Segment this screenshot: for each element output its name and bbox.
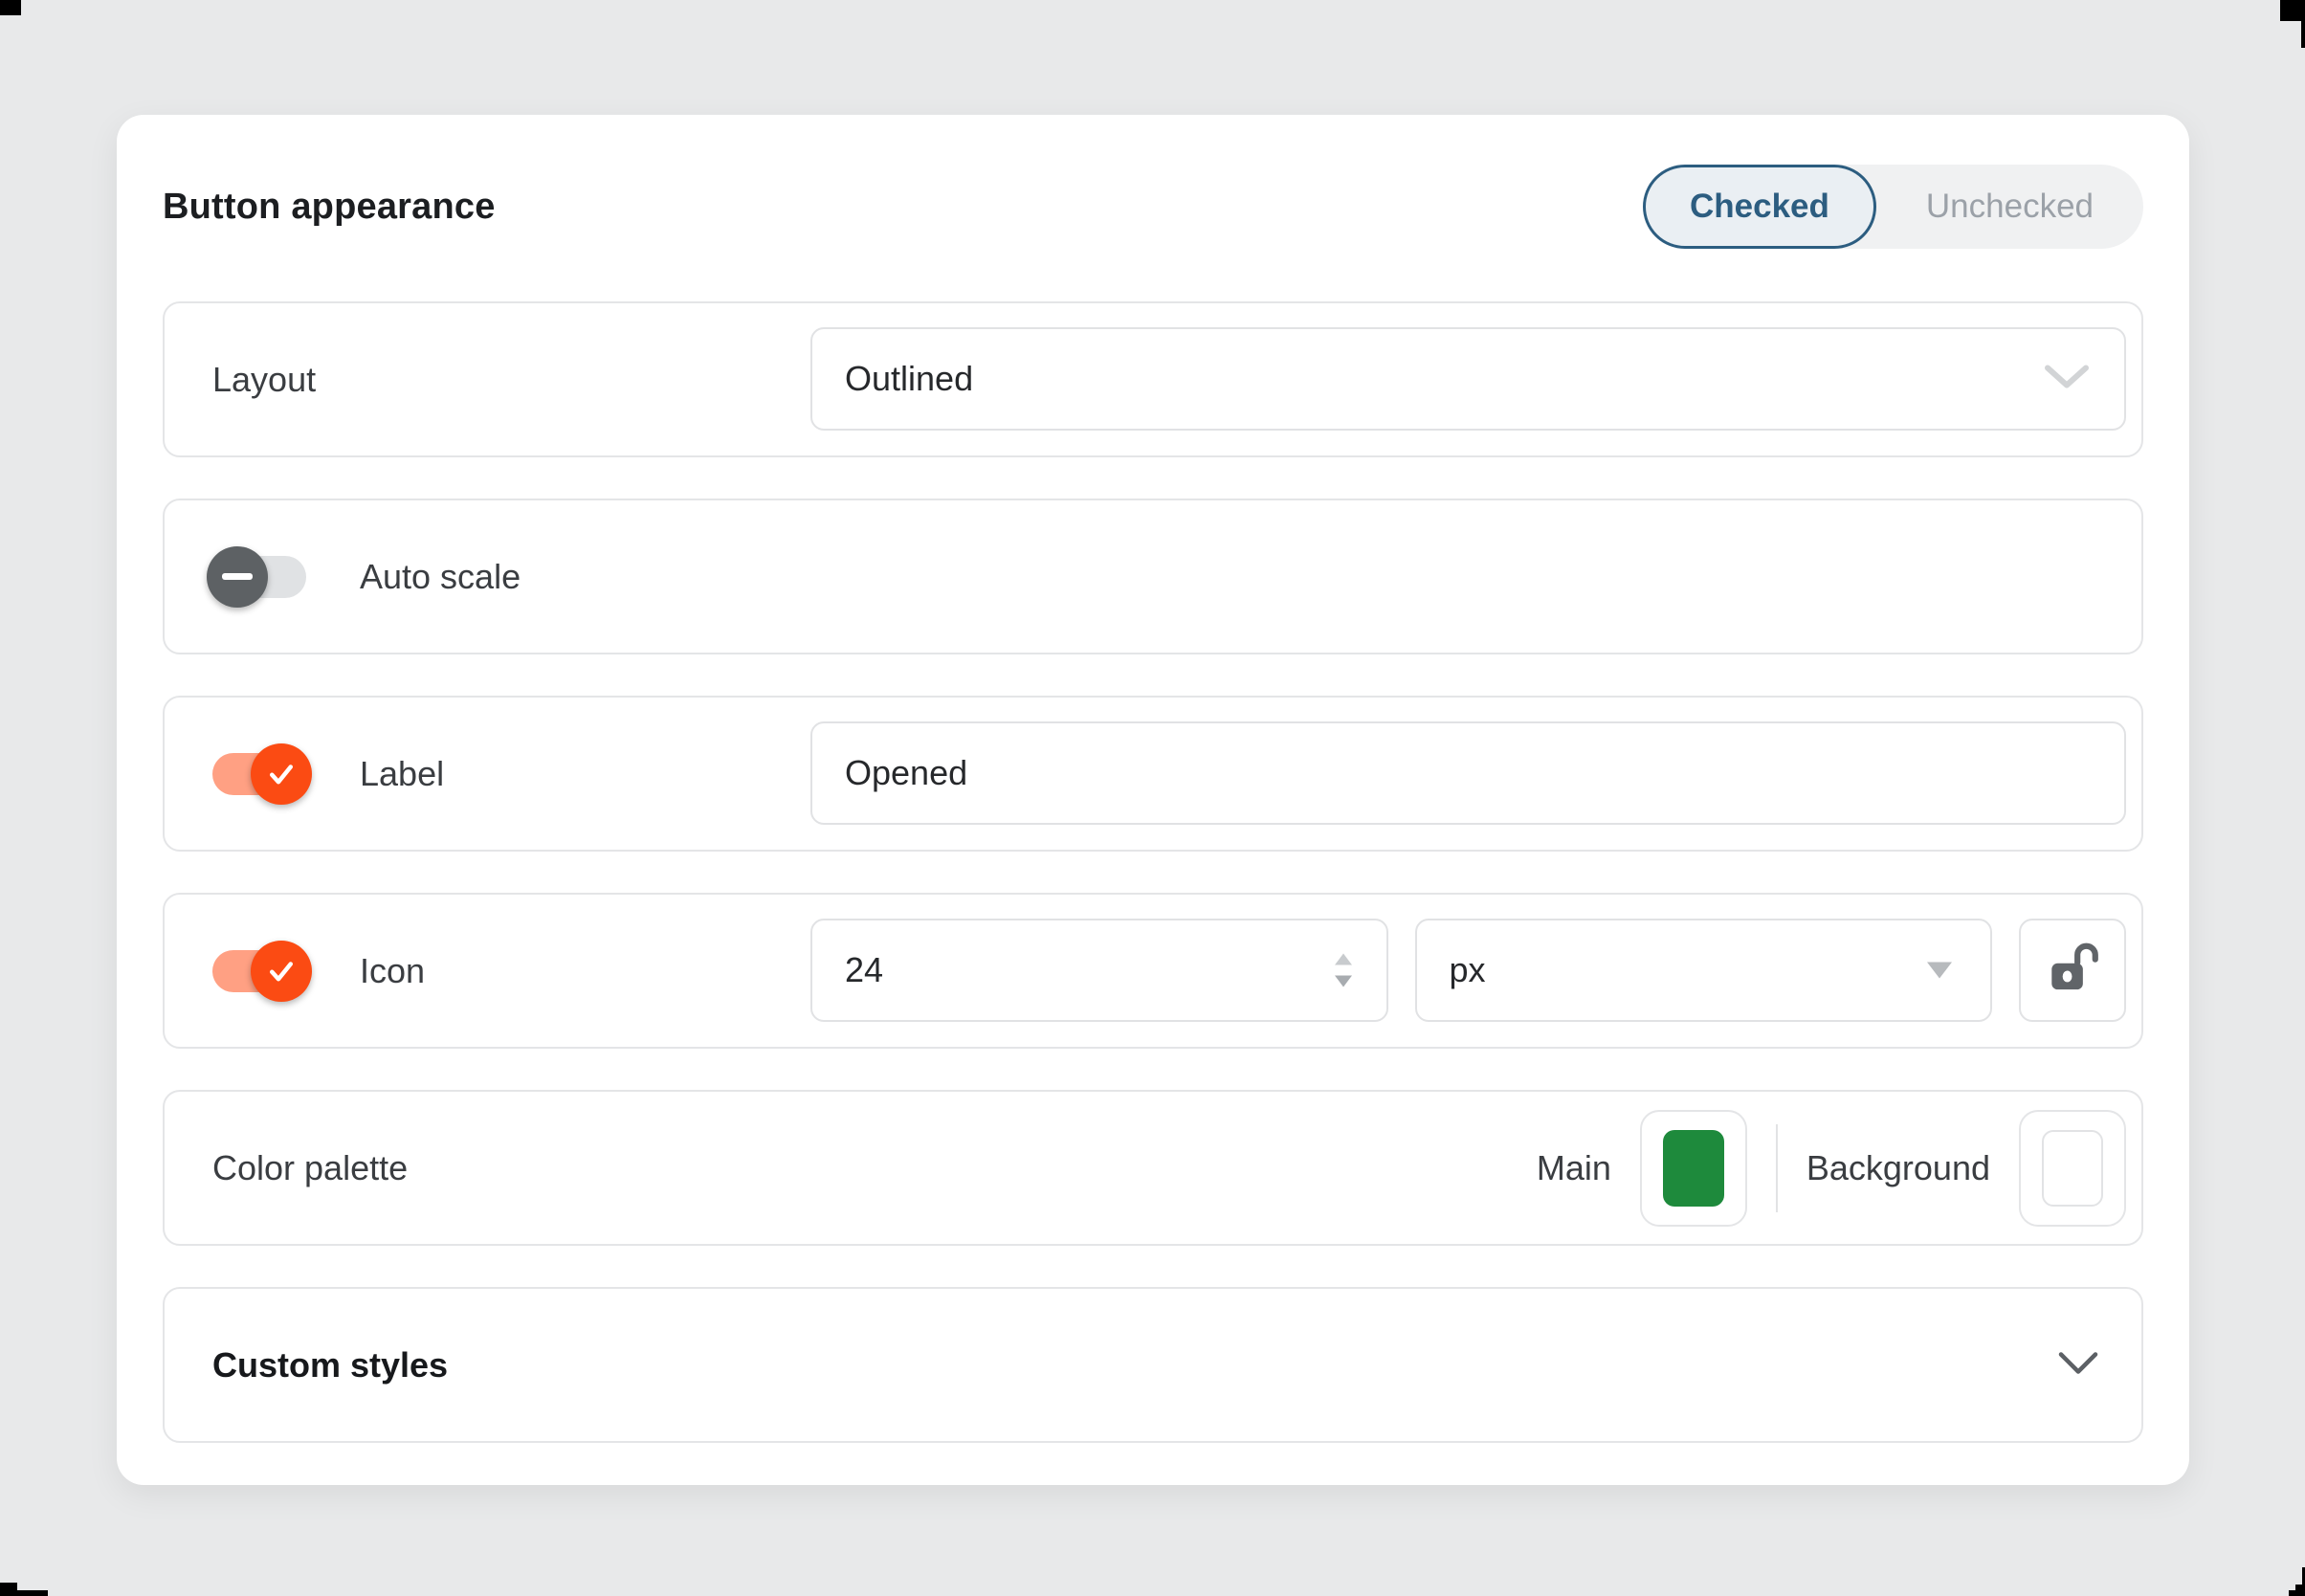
icon-label: Icon [360, 951, 425, 991]
layout-label: Layout [212, 360, 316, 400]
stepper-up-icon[interactable] [1335, 954, 1352, 965]
screen-corner-mark [2301, 21, 2305, 48]
screen-corner-mark [2289, 1590, 2305, 1596]
background-color-label: Background [1806, 1148, 1990, 1188]
auto-scale-label: Auto scale [360, 557, 521, 597]
icon-toggle[interactable] [212, 950, 306, 992]
check-icon [251, 941, 312, 1002]
custom-styles-label: Custom styles [212, 1345, 448, 1385]
tab-checked[interactable]: Checked [1643, 165, 1876, 249]
color-palette-row: Color palette Main Background [163, 1090, 2143, 1246]
minus-icon [207, 546, 268, 608]
label-row: Label [163, 696, 2143, 852]
unit-select-value: px [1417, 950, 1991, 990]
label-toggle[interactable] [212, 753, 306, 795]
auto-scale-row: Auto scale [163, 499, 2143, 654]
lock-open-icon [2043, 940, 2102, 1002]
icon-size-field[interactable] [810, 919, 1388, 1022]
main-color-label: Main [1537, 1148, 1611, 1188]
chevron-down-icon [2044, 364, 2090, 395]
main-color-swatch [1663, 1130, 1724, 1207]
unit-select[interactable]: px [1415, 919, 1993, 1022]
check-icon [251, 743, 312, 805]
screen-corner-mark [0, 0, 21, 15]
stepper-arrows-icon[interactable] [1335, 954, 1352, 987]
screen-corner-mark [2280, 0, 2305, 21]
tab-unchecked[interactable]: Unchecked [1876, 165, 2143, 249]
label-text-field[interactable] [810, 721, 2126, 825]
caret-down-icon [1927, 963, 1952, 979]
label-text-input[interactable] [812, 753, 2124, 793]
label-label: Label [360, 754, 444, 794]
icon-size-input[interactable] [812, 950, 1386, 990]
state-segmented-control: Checked Unchecked [1643, 165, 2143, 249]
icon-row: Icon px [163, 893, 2143, 1049]
main-color-swatch-button[interactable] [1640, 1110, 1747, 1227]
panel-title: Button appearance [163, 187, 496, 228]
layout-row: Layout Outlined [163, 301, 2143, 457]
layout-select[interactable]: Outlined [810, 327, 2126, 431]
lock-aspect-button[interactable] [2019, 919, 2126, 1022]
custom-styles-row[interactable]: Custom styles [163, 1287, 2143, 1443]
button-appearance-panel: Button appearance Checked Unchecked Layo… [117, 115, 2189, 1485]
panel-header: Button appearance Checked Unchecked [163, 165, 2143, 249]
screen-corner-mark [0, 1583, 17, 1596]
stepper-down-icon[interactable] [1335, 976, 1352, 987]
auto-scale-toggle[interactable] [212, 556, 306, 598]
layout-select-value: Outlined [812, 359, 2124, 399]
chevron-down-icon[interactable] [2057, 1350, 2099, 1380]
palette-divider [1776, 1124, 1778, 1212]
color-palette-label: Color palette [212, 1148, 408, 1188]
background-color-swatch-button[interactable] [2019, 1110, 2126, 1227]
background-color-swatch [2042, 1130, 2103, 1207]
